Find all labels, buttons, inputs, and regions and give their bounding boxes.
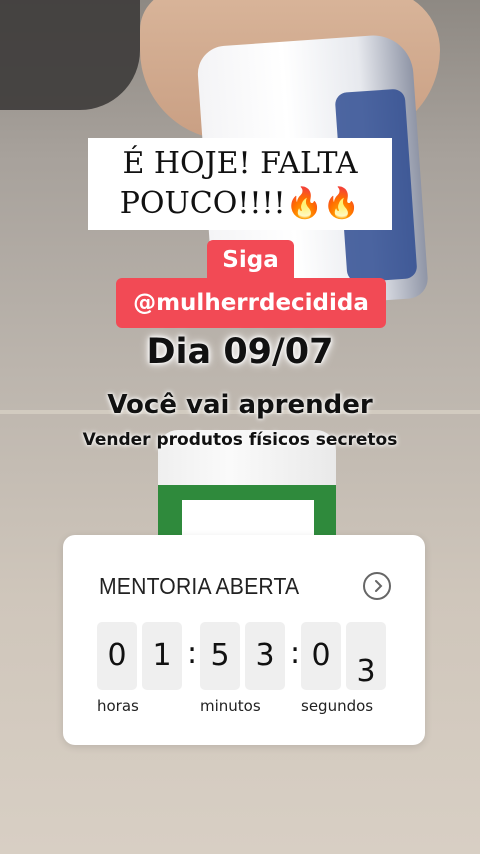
follow-tag-mention[interactable]: @mulherrdecidida <box>116 278 386 328</box>
minutes-digit-2: 3 <box>245 622 285 690</box>
follow-tag-text-1: Siga <box>222 247 279 273</box>
hours-digit-2: 1 <box>142 622 182 690</box>
seconds-label: segundos <box>301 697 374 715</box>
countdown-sticker[interactable]: MENTORIA ABERTA 0 1 : 5 3 : 0 3 horas mi… <box>63 535 425 745</box>
seconds-digit-2: 3 <box>346 622 386 690</box>
learn-title: Você vai aprender <box>107 390 373 420</box>
colon-separator: : <box>186 636 198 671</box>
caption-text: É HOJE! FALTA POUCO!!!!🔥🔥 <box>119 146 361 221</box>
seconds-digit-1: 0 <box>301 622 341 690</box>
learn-subtitle: Vender produtos físicos secretos <box>82 430 398 450</box>
dark-sleeve-shape <box>0 0 140 110</box>
hours-label: horas <box>97 697 139 715</box>
mention-username[interactable]: @mulherrdecidida <box>116 278 386 328</box>
minutes-label: minutos <box>200 697 261 715</box>
countdown-title: MENTORIA ABERTA <box>99 573 300 599</box>
chevron-right-circle-icon[interactable] <box>363 572 391 600</box>
minutes-digit-1: 5 <box>200 622 240 690</box>
follow-tag-line1: Siga <box>207 240 294 280</box>
date-title: Dia 09/07 <box>146 332 334 372</box>
hours-digit-1: 0 <box>97 622 137 690</box>
caption-box: É HOJE! FALTA POUCO!!!!🔥🔥 <box>88 138 392 230</box>
